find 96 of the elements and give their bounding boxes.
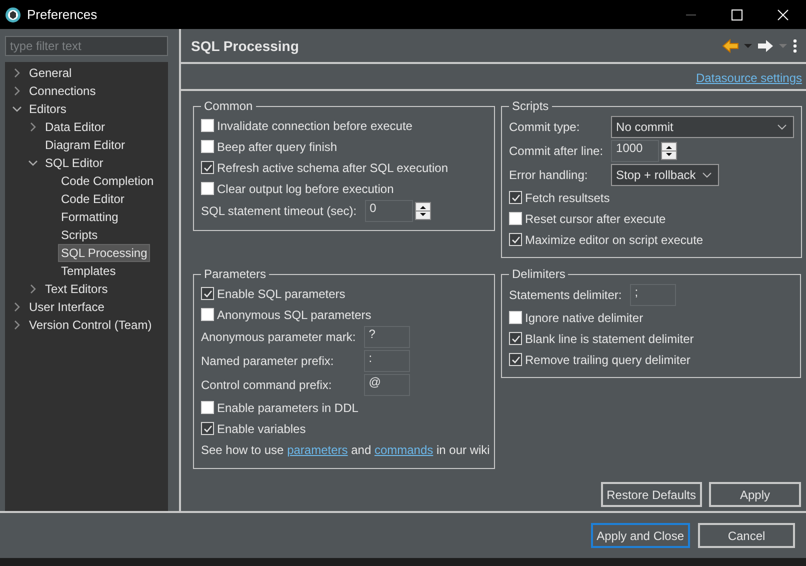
check-icon — [510, 334, 520, 344]
chevron-down-icon[interactable] — [28, 158, 38, 168]
check-icon — [510, 192, 520, 202]
checkbox-label: Fetch resultsets — [525, 190, 610, 204]
tree-item[interactable]: Formatting — [58, 208, 122, 226]
checkbox[interactable] — [201, 161, 214, 174]
checkbox-label: Remove trailing query delimiter — [525, 352, 690, 366]
checkbox[interactable] — [201, 140, 214, 153]
tree-item[interactable]: General — [26, 64, 75, 82]
chevron-right-icon[interactable] — [12, 320, 22, 330]
action-button[interactable]: Restore Defaults — [600, 482, 702, 507]
check-icon — [202, 162, 212, 172]
maximize-icon[interactable] — [731, 8, 743, 20]
checkbox-label: Beep after query finish — [217, 140, 338, 154]
chevron-right-icon[interactable] — [12, 86, 22, 96]
checkbox[interactable] — [509, 311, 522, 324]
tree-item[interactable]: Connections — [26, 82, 99, 100]
checkbox[interactable] — [509, 191, 522, 204]
chevron-right-icon[interactable] — [28, 122, 38, 132]
tree-item[interactable]: SQL Processing — [58, 244, 150, 262]
checkbox-label: Ignore native delimiter — [525, 310, 644, 324]
chevron-down-icon[interactable] — [702, 171, 712, 179]
tree-item[interactable]: Code Editor — [58, 190, 128, 208]
check-icon — [510, 354, 520, 364]
check-icon — [202, 288, 212, 298]
field-label: Anonymous parameter mark: — [201, 329, 356, 346]
app-icon — [5, 6, 21, 22]
action-button[interactable]: Apply — [709, 482, 801, 507]
page-title: SQL Processing — [191, 38, 300, 54]
checkbox-label: Clear output log before execution — [217, 182, 394, 196]
field-label: Commit after line: — [509, 143, 604, 160]
number-field[interactable]: 1000 — [611, 140, 660, 162]
filter-field[interactable]: type filter text — [5, 36, 168, 56]
tree-item[interactable]: Version Control (Team) — [26, 316, 155, 334]
checkbox[interactable] — [201, 401, 214, 414]
checkbox[interactable] — [201, 308, 214, 321]
field-label: Error handling: — [509, 167, 589, 184]
spin-button[interactable] — [661, 142, 678, 160]
field-label: Statements delimiter: — [509, 287, 622, 304]
spin-button[interactable] — [414, 202, 431, 220]
help-text: See how to use parameters and commands in our wiki — [201, 442, 487, 459]
tree-item[interactable]: User Interface — [26, 298, 108, 316]
checkbox[interactable] — [509, 212, 522, 225]
tree-item[interactable]: SQL Editor — [42, 154, 106, 172]
group-title: Scripts — [511, 99, 550, 113]
check-icon — [202, 424, 212, 434]
input-field[interactable]: ? — [364, 326, 410, 348]
group-title: Parameters — [203, 267, 268, 281]
checkbox[interactable] — [509, 353, 522, 366]
field-label: SQL statement timeout (sec): — [201, 203, 357, 220]
checkbox-label: Enable SQL parameters — [217, 286, 346, 300]
checkbox-label: Maximize editor on script execute — [525, 232, 704, 246]
chevron-right-icon[interactable] — [28, 284, 38, 294]
checkbox[interactable] — [201, 119, 214, 132]
checkbox-label: Anonymous SQL parameters — [217, 308, 372, 322]
input-field[interactable]: @ — [364, 374, 410, 396]
field-label: Commit type: — [509, 119, 581, 136]
back-arrow-icon[interactable] — [722, 38, 739, 54]
checkbox-label: Reset cursor after execute — [525, 212, 666, 226]
menu-icon[interactable] — [792, 38, 798, 52]
checkbox[interactable] — [201, 422, 214, 435]
checkbox-label: Invalidate connection before execute — [217, 118, 412, 132]
dialog-button[interactable]: Cancel — [698, 523, 795, 548]
group-title: Common — [203, 99, 254, 113]
chevron-right-icon[interactable] — [12, 68, 22, 78]
group-title: Delimiters — [511, 267, 566, 281]
checkbox-label: Enable variables — [217, 422, 306, 436]
check-icon — [510, 234, 520, 244]
window-title: Preferences — [27, 7, 98, 22]
checkbox[interactable] — [201, 287, 214, 300]
field-label: Control command prefix: — [201, 377, 333, 394]
tree-item[interactable]: Diagram Editor — [42, 136, 128, 154]
checkbox-label: Blank line is statement delimiter — [525, 332, 694, 346]
forward-arrow-icon[interactable] — [757, 38, 774, 54]
dropdown[interactable]: No commit — [611, 116, 794, 138]
chevron-down-icon[interactable] — [12, 104, 22, 114]
checkbox[interactable] — [509, 332, 522, 345]
dropdown[interactable]: Stop + rollback — [611, 164, 719, 186]
chevron-down-icon[interactable] — [777, 123, 788, 131]
tree-item[interactable]: Editors — [26, 100, 70, 118]
input-field[interactable]: : — [364, 350, 410, 372]
chevron-right-icon[interactable] — [12, 302, 22, 312]
tree-item[interactable]: Data Editor — [42, 118, 108, 136]
tree-item[interactable]: Scripts — [58, 226, 101, 244]
close-icon[interactable] — [777, 8, 789, 20]
checkbox[interactable] — [201, 182, 214, 195]
number-field[interactable]: 0 — [364, 200, 413, 222]
checkbox[interactable] — [509, 233, 522, 246]
tree-item[interactable]: Code Completion — [58, 172, 157, 190]
tree-item[interactable]: Text Editors — [42, 280, 111, 298]
checkbox-label: Refresh active schema after SQL execution — [217, 160, 448, 174]
input-field[interactable]: ; — [630, 284, 676, 306]
field-label: Named parameter prefix: — [201, 353, 335, 370]
checkbox-label: Enable parameters in DDL — [217, 400, 358, 414]
tree-item[interactable]: Templates — [58, 262, 119, 280]
dialog-button[interactable]: Apply and Close — [590, 523, 690, 548]
